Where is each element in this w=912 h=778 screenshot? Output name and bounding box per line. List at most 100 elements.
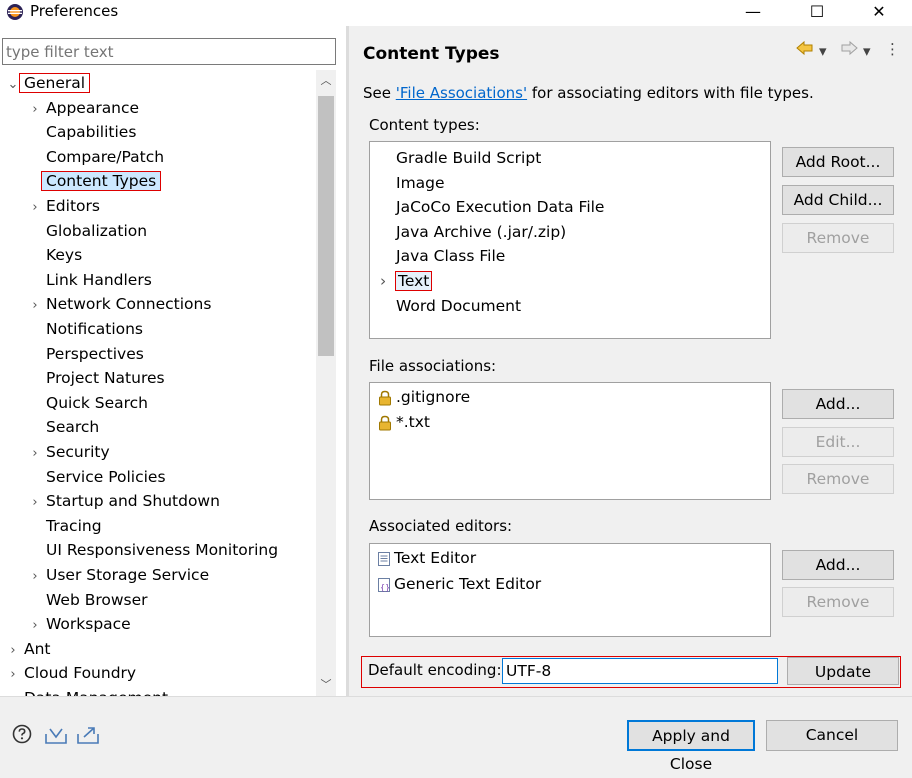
help-icon[interactable] (12, 724, 32, 744)
content-types-list[interactable]: Gradle Build Script Image JaCoCo Execution… (369, 141, 771, 339)
chevron-right-icon[interactable]: › (28, 442, 42, 466)
tree-item[interactable]: Capabilities (28, 120, 140, 144)
back-dropdown-icon[interactable]: ▾ (819, 42, 827, 60)
content-type-label: Word Document (396, 296, 522, 315)
tree-item[interactable]: Service Policies (28, 465, 170, 489)
lock-icon (379, 415, 391, 430)
content-type-item[interactable]: JaCoCo Execution Data File (380, 195, 604, 219)
content-type-item[interactable]: Java Class File (380, 244, 505, 268)
tree-item-label: Service Policies (46, 467, 166, 486)
tree-item-label: Search (46, 418, 100, 437)
tree-item[interactable]: Notifications (28, 317, 147, 341)
view-menu-icon[interactable]: ⋮ (885, 40, 900, 58)
scroll-up-icon[interactable]: ︿ (316, 72, 336, 90)
remove-file-association-button[interactable]: Remove (782, 464, 894, 494)
tree-item-label: Web Browser (46, 590, 148, 609)
default-encoding-input[interactable] (502, 658, 778, 684)
tree-item[interactable]: ⌄ General (6, 71, 91, 97)
file-association-item[interactable]: *.txt (378, 410, 430, 434)
content-type-item[interactable]: › Text (380, 269, 433, 293)
remove-content-type-button[interactable]: Remove (782, 223, 894, 253)
forward-dropdown-icon[interactable]: ▾ (863, 42, 871, 60)
tree-item[interactable]: Project Natures (28, 366, 169, 390)
edit-file-association-button[interactable]: Edit... (782, 427, 894, 457)
scrollbar-thumb[interactable] (318, 96, 334, 356)
remove-editor-button[interactable]: Remove (782, 587, 894, 617)
add-child-button[interactable]: Add Child... (782, 185, 894, 215)
back-icon[interactable] (795, 40, 815, 60)
tree-item[interactable]: › User Storage Service (28, 563, 213, 587)
chevron-right-icon[interactable]: › (28, 196, 42, 220)
cancel-button[interactable]: Cancel (766, 720, 898, 751)
chevron-right-icon[interactable]: › (28, 98, 42, 122)
tree-item-label: Quick Search (46, 393, 149, 412)
chevron-right-icon[interactable]: › (6, 688, 20, 696)
tree-item[interactable]: › Startup and Shutdown (28, 489, 224, 513)
close-button[interactable]: ✕ (856, 0, 902, 26)
export-preferences-icon[interactable] (76, 725, 100, 745)
tree-item[interactable]: Keys (28, 243, 86, 267)
apply-and-close-button[interactable]: Apply and Close (627, 720, 755, 773)
tree-item[interactable]: › Cloud Foundry (6, 661, 140, 685)
maximize-button[interactable]: ☐ (794, 0, 840, 26)
tree-item[interactable]: Search (28, 415, 103, 439)
svg-text:{}: {} (380, 583, 390, 592)
content-type-item[interactable]: Image (380, 171, 445, 195)
tree-item[interactable]: Globalization (28, 219, 151, 243)
minimize-button[interactable]: — (730, 0, 776, 26)
tree-item[interactable]: › Editors (28, 194, 104, 218)
tree-item[interactable]: UI Responsiveness Monitoring (28, 538, 282, 562)
tree-scrollbar[interactable]: ︿ ﹀ (316, 70, 336, 696)
chevron-right-icon[interactable]: › (6, 663, 20, 687)
chevron-right-icon[interactable]: › (380, 269, 396, 293)
file-associations-label: File associations: (369, 357, 497, 375)
chevron-down-icon[interactable]: ⌄ (6, 73, 20, 97)
associated-editor-item[interactable]: {} Generic Text Editor (378, 572, 541, 596)
window-title: Preferences (30, 2, 119, 20)
add-root-button[interactable]: Add Root... (782, 147, 894, 177)
content-type-item[interactable]: Gradle Build Script (380, 146, 541, 170)
filter-input[interactable] (2, 38, 336, 65)
tree-item[interactable]: › Network Connections (28, 292, 215, 316)
import-preferences-icon[interactable] (44, 725, 68, 745)
chevron-right-icon[interactable]: › (6, 639, 20, 663)
tree-item[interactable]: Perspectives (28, 342, 148, 366)
tree-item[interactable]: Quick Search (28, 391, 152, 415)
tree-item[interactable]: Link Handlers (28, 268, 156, 292)
tree-item-label: Security (46, 443, 110, 461)
file-association-item[interactable]: .gitignore (378, 385, 470, 409)
file-associations-link[interactable]: 'File Associations' (396, 84, 527, 102)
update-button[interactable]: Update (787, 657, 899, 685)
tree-item[interactable]: ›Data Management (6, 686, 172, 696)
associated-editor-item[interactable]: Text Editor (378, 546, 476, 570)
tree-item-label: Perspectives (46, 344, 144, 363)
chevron-right-icon[interactable]: › (28, 565, 42, 589)
tree-item-label: Ant (24, 639, 51, 658)
content-type-label: Text (394, 271, 433, 291)
lock-icon (379, 390, 391, 405)
content-type-item[interactable]: Word Document (380, 294, 521, 318)
content-type-item[interactable]: Java Archive (.jar/.zip) (380, 220, 566, 244)
tree-item[interactable]: Compare/Patch (28, 145, 168, 169)
add-file-association-button[interactable]: Add... (782, 389, 894, 419)
chevron-right-icon[interactable]: › (28, 491, 42, 515)
tree-item-label: Globalization (46, 221, 148, 240)
chevron-right-icon[interactable]: › (28, 294, 42, 318)
associated-editor-label: Generic Text Editor (394, 575, 542, 593)
forward-icon[interactable] (839, 40, 859, 60)
add-editor-button[interactable]: Add... (782, 550, 894, 580)
title-bar: Preferences — ☐ ✕ (0, 0, 912, 26)
tree-item[interactable]: Tracing (28, 514, 106, 538)
file-associations-list[interactable]: .gitignore *.txt (369, 382, 771, 500)
scroll-down-icon[interactable]: ﹀ (316, 676, 336, 694)
tree-item[interactable]: Content Types (28, 169, 162, 193)
tree-item[interactable]: › Appearance (28, 96, 143, 120)
default-encoding-label: Default encoding: (368, 661, 502, 679)
associated-editors-label: Associated editors: (369, 517, 513, 535)
tree-item[interactable]: › Ant (6, 637, 55, 661)
tree-item[interactable]: › Security (28, 440, 114, 464)
tree-item[interactable]: Web Browser (28, 588, 152, 612)
chevron-right-icon[interactable]: › (28, 614, 42, 638)
associated-editors-list[interactable]: Text Editor {} Generic Text Editor (369, 543, 771, 637)
tree-item[interactable]: › Workspace (28, 612, 135, 636)
